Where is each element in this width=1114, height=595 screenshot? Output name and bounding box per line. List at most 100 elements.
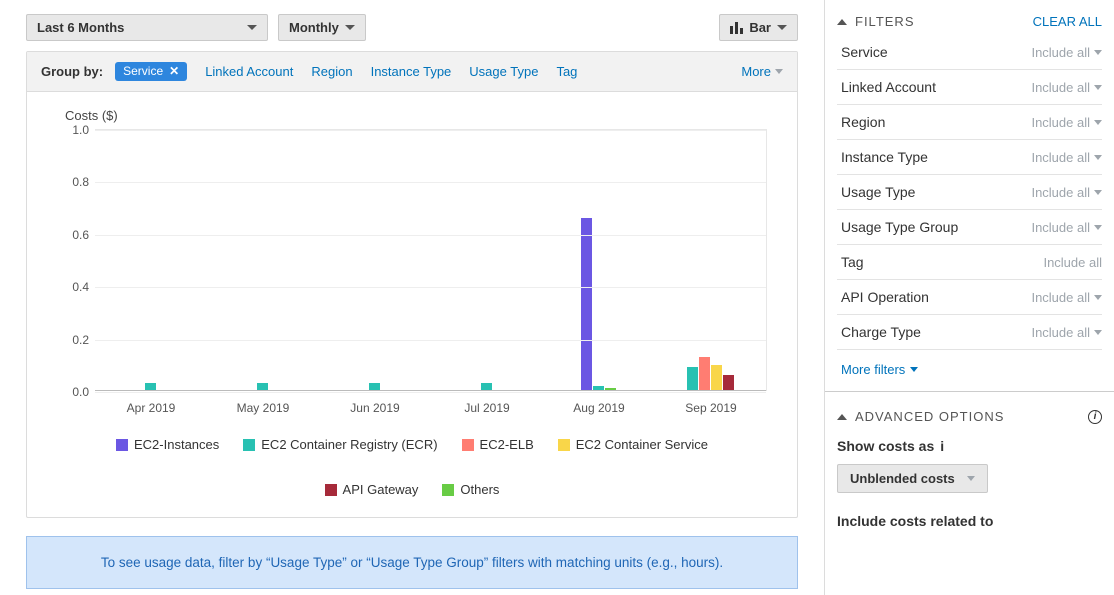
category-group xyxy=(654,130,766,391)
groupby-option[interactable]: Tag xyxy=(556,64,577,79)
filter-row[interactable]: Instance Type Include all xyxy=(837,140,1102,175)
legend-swatch xyxy=(462,439,474,451)
collapse-icon[interactable] xyxy=(837,19,847,25)
legend-item[interactable]: EC2 Container Service xyxy=(558,437,708,452)
caret-down-icon xyxy=(1094,85,1102,90)
filters-panel: FILTERS CLEAR ALL Service Include all Link… xyxy=(824,0,1114,595)
filter-name: Service xyxy=(841,44,888,60)
category-group xyxy=(542,130,654,391)
filter-row[interactable]: Usage Type Group Include all xyxy=(837,210,1102,245)
filter-name: API Operation xyxy=(841,289,929,305)
legend-label: API Gateway xyxy=(343,482,419,497)
groupby-bar: Group by: Service ✕ Linked AccountRegion… xyxy=(27,52,797,92)
legend-label: EC2-ELB xyxy=(480,437,534,452)
y-tick: 1.0 xyxy=(57,123,89,137)
info-icon[interactable]: i xyxy=(940,438,944,454)
legend-item[interactable]: EC2 Container Registry (ECR) xyxy=(243,437,437,452)
bar[interactable] xyxy=(699,357,710,391)
x-tick: May 2019 xyxy=(207,391,319,415)
groupby-option[interactable]: Instance Type xyxy=(371,64,452,79)
info-icon[interactable]: i xyxy=(1088,410,1102,424)
filter-name: Instance Type xyxy=(841,149,928,165)
legend-label: EC2 Container Registry (ECR) xyxy=(261,437,437,452)
filter-name: Usage Type xyxy=(841,184,915,200)
y-tick: 0.6 xyxy=(57,228,89,242)
x-tick: Jul 2019 xyxy=(431,391,543,415)
groupby-option[interactable]: Usage Type xyxy=(469,64,538,79)
y-tick: 0.4 xyxy=(57,280,89,294)
legend-label: EC2-Instances xyxy=(134,437,219,452)
filter-row[interactable]: API Operation Include all xyxy=(837,280,1102,315)
groupby-option[interactable]: Region xyxy=(311,64,352,79)
filter-value: Include all xyxy=(1031,150,1102,165)
y-tick: 0.0 xyxy=(57,385,89,399)
filters-header: FILTERS CLEAR ALL xyxy=(837,8,1102,35)
filter-row[interactable]: TagInclude all xyxy=(837,245,1102,280)
close-icon[interactable]: ✕ xyxy=(169,64,179,78)
caret-down-icon xyxy=(1094,295,1102,300)
legend-label: EC2 Container Service xyxy=(576,437,708,452)
bar[interactable] xyxy=(711,365,722,391)
groupby-chip[interactable]: Service ✕ xyxy=(115,62,187,81)
legend: EC2-Instances EC2 Container Registry (ECR… xyxy=(57,437,767,497)
clear-all-link[interactable]: CLEAR ALL xyxy=(1033,14,1102,29)
show-costs-select[interactable]: Unblended costs xyxy=(837,464,988,493)
show-costs-label: Show costs as i xyxy=(837,438,1102,454)
filter-row[interactable]: RegionInclude all xyxy=(837,105,1102,140)
collapse-icon[interactable] xyxy=(837,414,847,420)
chart-type-value: Bar xyxy=(749,20,771,35)
groupby-chip-label: Service xyxy=(123,64,163,78)
filter-name: Usage Type Group xyxy=(841,219,958,235)
date-range-value: Last 6 Months xyxy=(37,20,124,35)
date-range-dropdown[interactable]: Last 6 Months xyxy=(26,14,268,41)
filter-name: Charge Type xyxy=(841,324,921,340)
advanced-header: ADVANCED OPTIONS i xyxy=(837,403,1102,430)
category-group xyxy=(207,130,319,391)
x-tick: Aug 2019 xyxy=(543,391,655,415)
caret-down-icon xyxy=(777,25,787,30)
plot-area: 0.00.20.40.60.81.0 xyxy=(95,129,767,391)
granularity-dropdown[interactable]: Monthly xyxy=(278,14,366,41)
bar[interactable] xyxy=(687,367,698,391)
info-banner: To see usage data, filter by “Usage Type… xyxy=(26,536,798,589)
legend-item[interactable]: EC2-ELB xyxy=(462,437,534,452)
chart-y-label: Costs ($) xyxy=(65,108,767,123)
caret-down-icon xyxy=(1094,190,1102,195)
legend-item[interactable]: Others xyxy=(442,482,499,497)
filter-row[interactable]: Charge TypeInclude all xyxy=(837,315,1102,350)
category-group xyxy=(95,130,207,391)
chart-type-dropdown[interactable]: Bar xyxy=(719,14,798,41)
bar[interactable] xyxy=(723,375,734,391)
filter-row[interactable]: Usage Type Include all xyxy=(837,175,1102,210)
caret-down-icon xyxy=(1094,225,1102,230)
bar-chart-icon xyxy=(730,22,743,34)
y-tick: 0.8 xyxy=(57,175,89,189)
filter-value: Include all xyxy=(1031,45,1102,60)
groupby-more[interactable]: More xyxy=(741,64,783,79)
legend-item[interactable]: EC2-Instances xyxy=(116,437,219,452)
filter-value: Include all xyxy=(1031,220,1102,235)
legend-item[interactable]: API Gateway xyxy=(325,482,419,497)
category-group xyxy=(430,130,542,391)
legend-swatch xyxy=(442,484,454,496)
legend-swatch xyxy=(243,439,255,451)
caret-down-icon xyxy=(1094,330,1102,335)
toolbar: Last 6 Months Monthly Bar xyxy=(0,0,824,51)
filter-value: Include all xyxy=(1031,185,1102,200)
more-filters-link[interactable]: More filters xyxy=(837,350,1102,389)
caret-down-icon xyxy=(910,367,918,372)
filter-row[interactable]: Service Include all xyxy=(837,35,1102,70)
legend-swatch xyxy=(558,439,570,451)
caret-down-icon xyxy=(1094,50,1102,55)
filter-value: Include all xyxy=(1043,255,1102,270)
show-costs-value: Unblended costs xyxy=(850,471,955,486)
groupby-option[interactable]: Linked Account xyxy=(205,64,293,79)
filter-value: Include all xyxy=(1031,290,1102,305)
bar[interactable] xyxy=(581,218,592,391)
caret-down-icon xyxy=(775,69,783,74)
filter-value: Include all xyxy=(1031,115,1102,130)
chart-card: Group by: Service ✕ Linked AccountRegion… xyxy=(26,51,798,518)
filter-row[interactable]: Linked AccountInclude all xyxy=(837,70,1102,105)
x-tick: Jun 2019 xyxy=(319,391,431,415)
legend-swatch xyxy=(325,484,337,496)
